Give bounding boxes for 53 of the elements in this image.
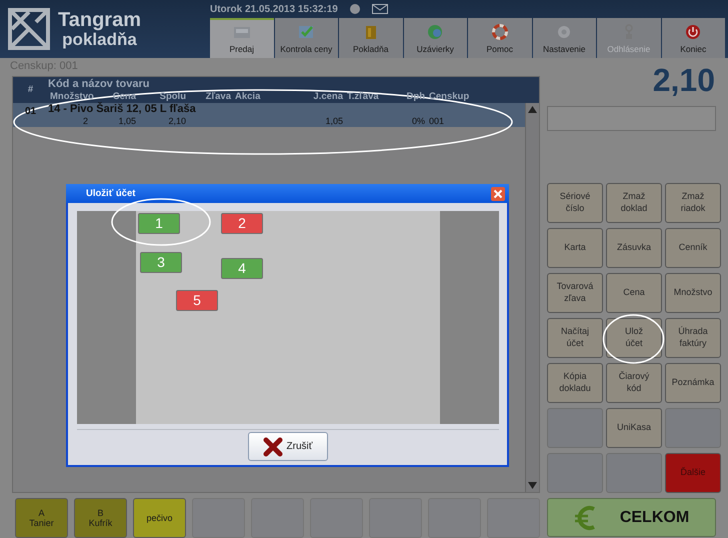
table-cell: 001 bbox=[429, 116, 444, 126]
table-cell: 2,10 bbox=[168, 116, 186, 126]
date-time: Utorok 21.05.2013 15:32:19 bbox=[210, 4, 338, 14]
column-header: # bbox=[26, 82, 34, 97]
column-header: Kód a názov tovaru bbox=[48, 76, 150, 91]
column-header: Spolu bbox=[158, 90, 187, 102]
table-cell: 2 bbox=[82, 116, 88, 126]
function-button[interactable]: Cenník bbox=[665, 228, 721, 268]
function-button[interactable]: Množstvo bbox=[665, 273, 721, 313]
total-button[interactable]: CELKOM bbox=[547, 498, 716, 537]
tab[interactable]: Kontrola ceny bbox=[274, 18, 338, 58]
product-name: 14 - Pivo Šariš 12, 05 L fľaša bbox=[48, 102, 197, 116]
function-button[interactable]: Poznámka bbox=[665, 363, 721, 403]
function-button[interactable]: Zmaž riadok bbox=[665, 183, 721, 223]
column-header: T.zľava bbox=[346, 90, 380, 102]
column-header: Akcia bbox=[234, 90, 262, 102]
column-header: Censkup bbox=[428, 90, 470, 102]
account-button[interactable]: 2 bbox=[221, 213, 263, 234]
table-cell: 0% bbox=[412, 116, 425, 126]
function-button[interactable]: Načítaj účet bbox=[547, 318, 603, 358]
account-button[interactable]: 5 bbox=[176, 290, 218, 311]
column-header: Zľava bbox=[204, 90, 232, 102]
dialog-title: Uložiť účet bbox=[86, 188, 136, 199]
function-button[interactable]: Tovarová zľava bbox=[547, 273, 603, 313]
account-button[interactable]: 3 bbox=[140, 252, 182, 273]
function-button[interactable]: UniKasa bbox=[606, 408, 662, 448]
function-button[interactable]: Úhrada faktúry bbox=[665, 318, 721, 358]
table-cell: 1,05 bbox=[118, 116, 136, 126]
function-button[interactable]: Zásuvka bbox=[606, 228, 662, 268]
function-button[interactable]: Cena bbox=[606, 273, 662, 313]
function-button[interactable]: Zmaž doklad bbox=[606, 183, 662, 223]
table-cell: 1,05 bbox=[325, 116, 343, 126]
tab[interactable]: Pokladňa bbox=[339, 18, 402, 58]
tab[interactable]: Pomoc bbox=[468, 18, 532, 58]
cancel-button[interactable]: Zrušiť bbox=[248, 432, 328, 461]
app-title: Tangram bbox=[58, 10, 141, 31]
function-button[interactable]: Čiarový kód bbox=[606, 363, 662, 403]
function-button[interactable]: Sériové číslo bbox=[547, 183, 603, 223]
function-button[interactable]: Ulož účet bbox=[606, 318, 662, 358]
tab[interactable]: Koniec bbox=[662, 18, 725, 58]
account-button[interactable]: 1 bbox=[138, 213, 180, 234]
tab[interactable]: Nastavenie bbox=[532, 18, 596, 58]
function-button[interactable]: Karta bbox=[547, 228, 603, 268]
column-header: J.cena bbox=[312, 90, 344, 102]
function-button[interactable]: Kópia dokladu bbox=[547, 363, 603, 403]
app-subtitle: pokladňa bbox=[62, 30, 137, 48]
quick-button[interactable]: B Kufrík bbox=[74, 498, 127, 538]
tab[interactable]: Uzávierky bbox=[404, 18, 467, 58]
total-amount: 2,10 bbox=[652, 61, 716, 100]
quick-button[interactable]: pečivo bbox=[133, 498, 186, 538]
account-button[interactable]: 4 bbox=[221, 258, 263, 279]
tab[interactable]: Predaj bbox=[210, 18, 274, 58]
quick-button[interactable]: A Tanier bbox=[15, 498, 68, 538]
